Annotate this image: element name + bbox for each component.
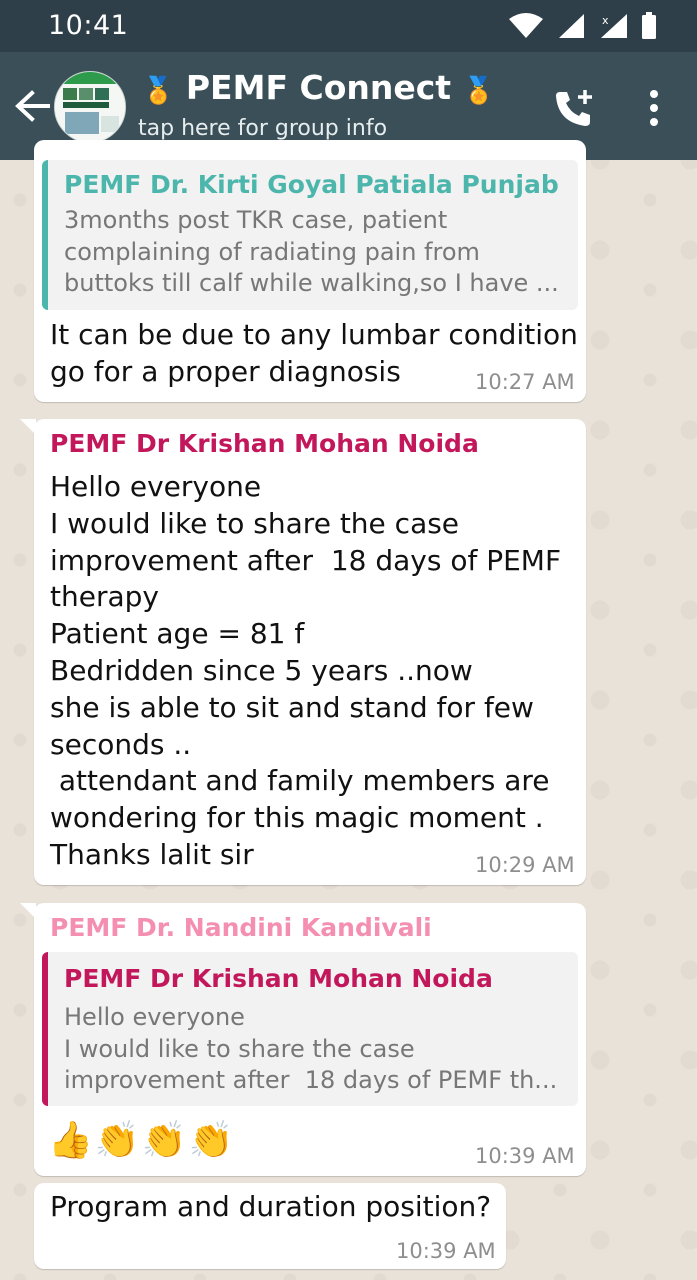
status-icons: x [500, 12, 657, 40]
status-time: 10:41 [48, 10, 129, 41]
battery-icon [642, 12, 656, 39]
quoted-text: 3months post TKR case, patient complaini… [64, 206, 559, 297]
message-sender[interactable]: PEMF Dr. Nandini Kandivali [50, 913, 432, 942]
group-title[interactable]: 🏅 PEMF Connect 🏅 [142, 68, 495, 107]
bubble-tail [20, 419, 36, 435]
quoted-message[interactable]: PEMF Dr. Kirti Goyal Patiala Punjab 3mon… [42, 160, 578, 310]
wifi-icon [508, 13, 543, 38]
svg-text:x: x [602, 14, 609, 27]
message-time: 10:39 AM [475, 1144, 575, 1168]
group-info-link[interactable]: tap here for group info [138, 116, 387, 141]
message-time: 10:27 AM [475, 370, 575, 394]
group-avatar[interactable] [54, 71, 126, 143]
message-text: Program and duration position? [50, 1190, 492, 1223]
back-arrow-icon[interactable] [12, 85, 54, 127]
medal-left-icon: 🏅 [142, 76, 175, 106]
quoted-sender: PEMF Dr. Kirti Goyal Patiala Punjab [64, 170, 559, 199]
message-text: Hello everyone I would like to share the… [50, 470, 562, 871]
message-bubble[interactable]: PEMF Dr. Kirti Goyal Patiala Punjab 3mon… [34, 140, 586, 402]
quoted-sender: PEMF Dr Krishan Mohan Noida [64, 964, 493, 993]
emoji-reaction-text: 👍👏👏👏 [48, 1120, 236, 1161]
medal-right-icon: 🏅 [462, 76, 495, 106]
quoted-message[interactable]: PEMF Dr Krishan Mohan Noida Hello everyo… [42, 952, 578, 1106]
message-bubble[interactable]: PEMF Dr. Nandini Kandivali PEMF Dr Krish… [20, 903, 586, 1176]
message-bubble[interactable]: PEMF Dr Krishan Mohan Noida Hello everyo… [20, 419, 586, 885]
group-name: PEMF Connect [185, 68, 452, 107]
more-options-icon[interactable] [640, 86, 668, 130]
signal-icon [558, 14, 584, 38]
add-call-icon[interactable] [552, 86, 596, 130]
status-bar: 10:41 x [0, 0, 697, 52]
message-sender[interactable]: PEMF Dr Krishan Mohan Noida [50, 429, 479, 458]
bubble-tail [20, 903, 36, 919]
quoted-text: Hello everyone I would like to share the… [64, 1003, 558, 1094]
message-time: 10:29 AM [475, 853, 575, 877]
group-avatar-image [55, 72, 125, 142]
quote-bar [42, 160, 48, 310]
quote-bar [42, 952, 48, 1106]
signal-no-data-icon: x [600, 14, 627, 38]
message-bubble[interactable]: Program and duration position? 10:39 AM [34, 1183, 506, 1269]
message-time: 10:39 AM [396, 1239, 496, 1263]
